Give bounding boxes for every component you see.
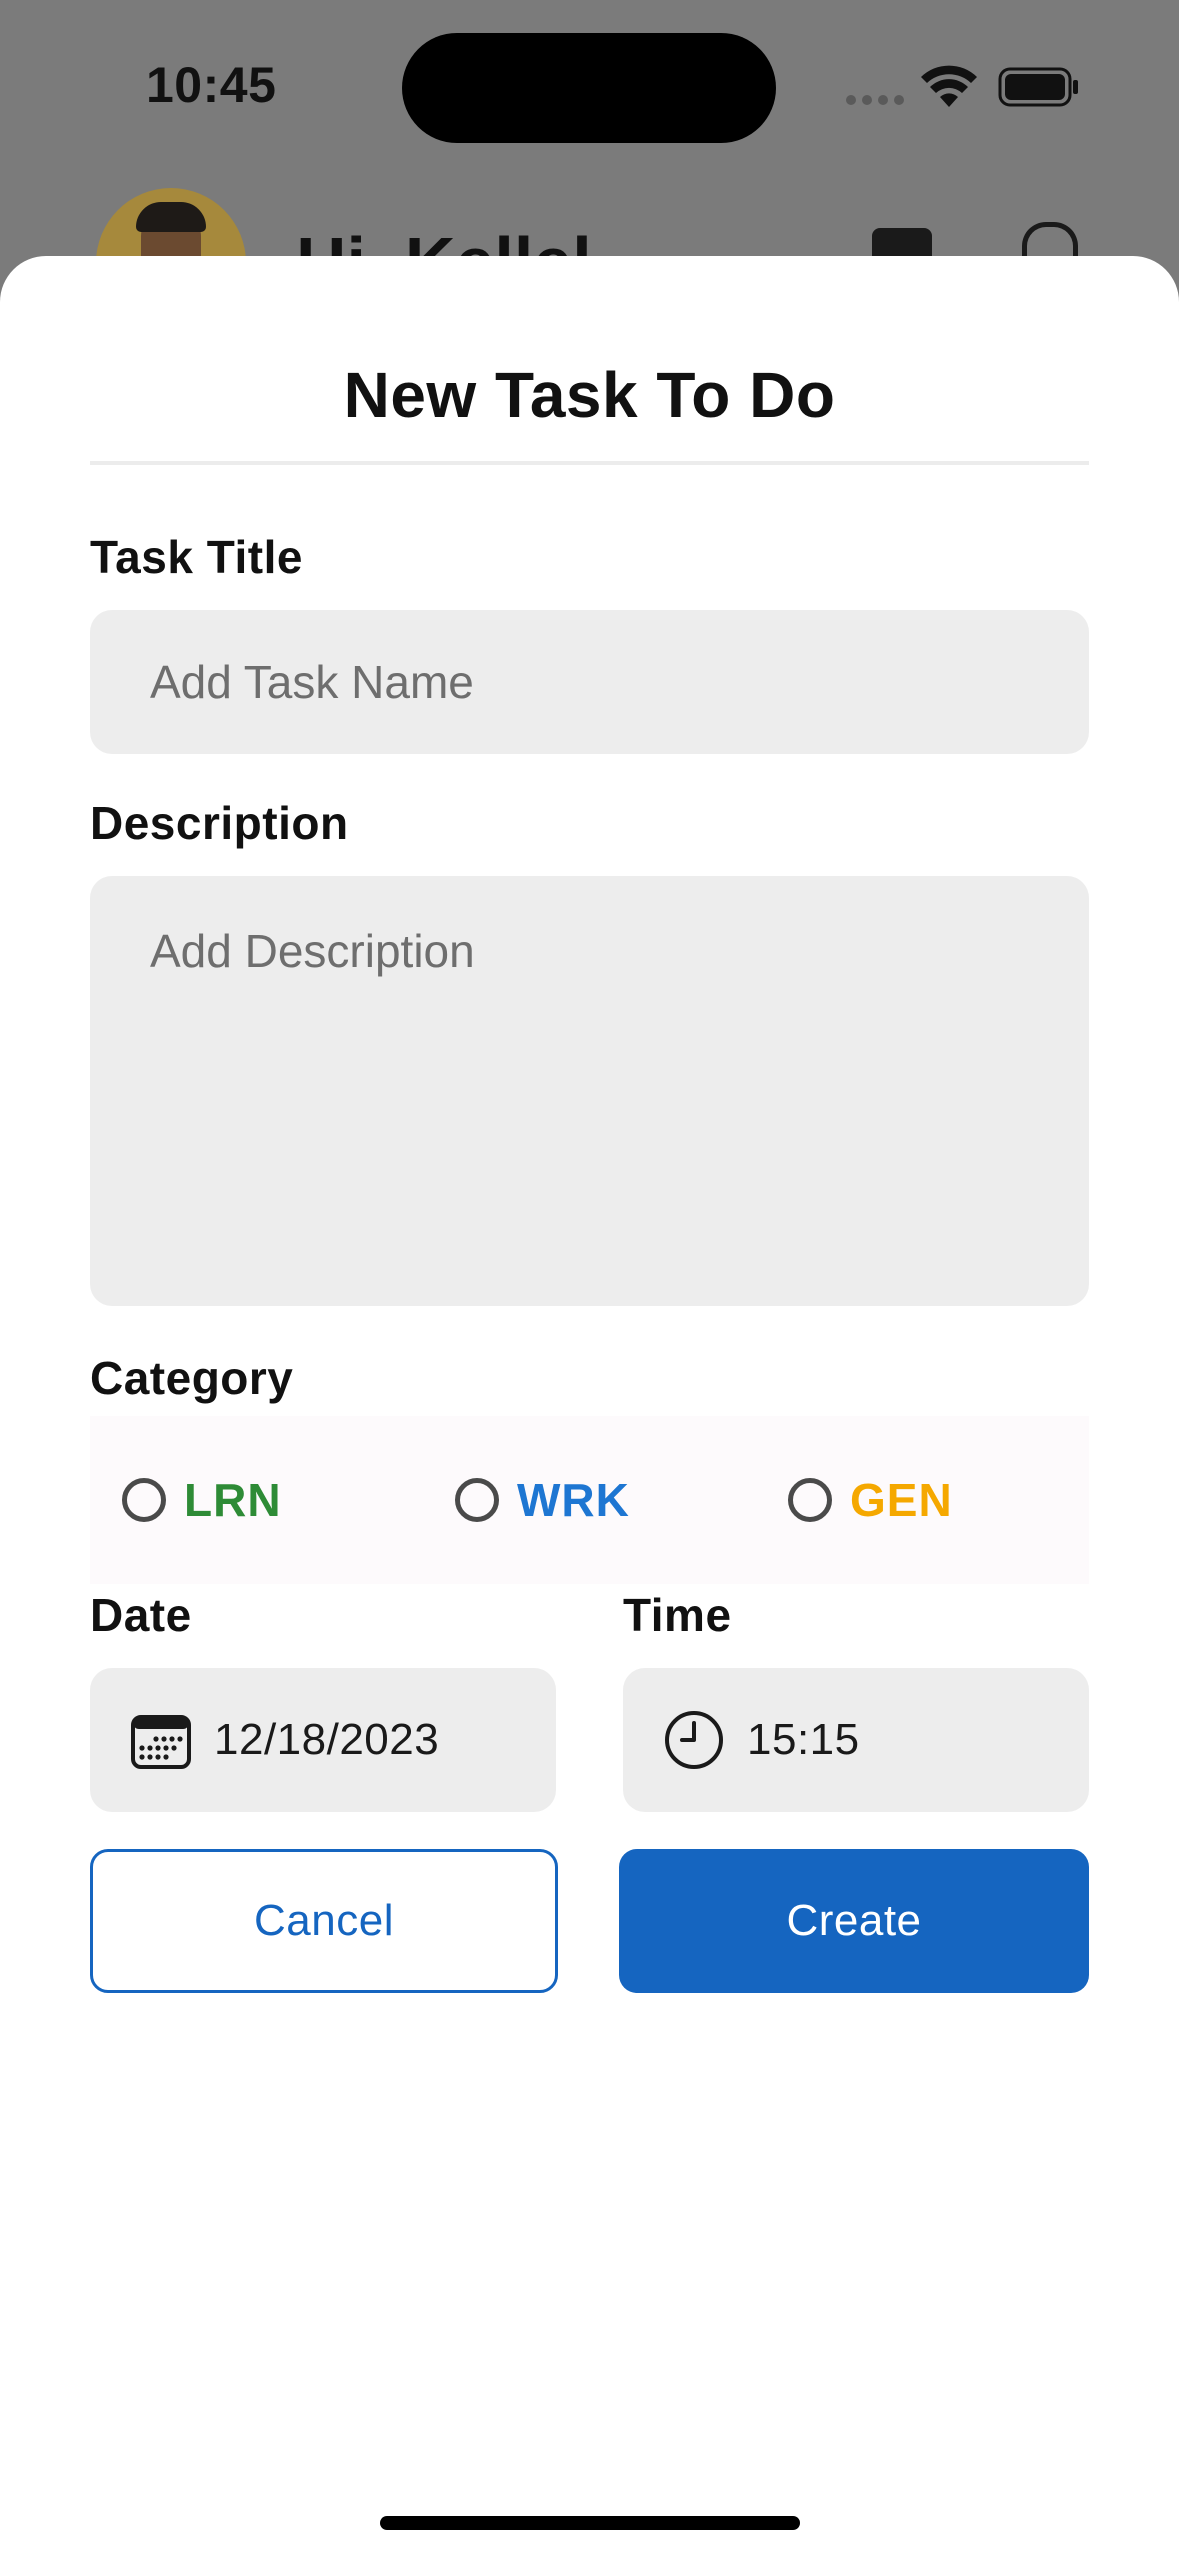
date-value: 12/18/2023 (214, 1715, 440, 1764)
calendar-icon (131, 1715, 191, 1769)
category-option-lrn[interactable]: LRN (122, 1416, 282, 1584)
category-option-label: GEN (850, 1474, 953, 1526)
time-label: Time (623, 1589, 732, 1641)
cancel-button[interactable]: Cancel (90, 1849, 558, 1993)
date-picker[interactable]: 12/18/2023 (90, 1668, 556, 1812)
category-option-label: LRN (184, 1474, 282, 1526)
dynamic-island (402, 33, 776, 143)
time-value: 15:15 (747, 1715, 860, 1764)
category-option-wrk[interactable]: WRK (455, 1416, 630, 1584)
sheet-title: New Task To Do (343, 359, 836, 431)
date-label: Date (90, 1589, 192, 1641)
radio-button[interactable] (455, 1478, 499, 1522)
battery-icon (998, 67, 1078, 107)
radio-button[interactable] (122, 1478, 166, 1522)
wifi-icon (921, 65, 977, 107)
description-input[interactable] (90, 876, 1089, 1306)
radio-button[interactable] (788, 1478, 832, 1522)
title-divider (90, 461, 1089, 465)
create-button[interactable]: Create (619, 1849, 1089, 1993)
status-time: 10:45 (146, 57, 277, 113)
home-indicator[interactable] (380, 2516, 800, 2530)
clock-icon (665, 1711, 723, 1769)
category-option-gen[interactable]: GEN (788, 1416, 953, 1584)
description-label: Description (90, 797, 349, 849)
task-title-input[interactable] (90, 610, 1089, 754)
new-task-sheet: New Task To Do Task Title Description Ca… (0, 256, 1179, 2556)
cellular-signal-icon (846, 95, 904, 105)
category-label: Category (90, 1352, 294, 1404)
category-radio-group: LRN WRK GEN (90, 1416, 1089, 1584)
task-title-label: Task Title (90, 531, 303, 583)
category-option-label: WRK (517, 1474, 630, 1526)
time-picker[interactable]: 15:15 (623, 1668, 1089, 1812)
